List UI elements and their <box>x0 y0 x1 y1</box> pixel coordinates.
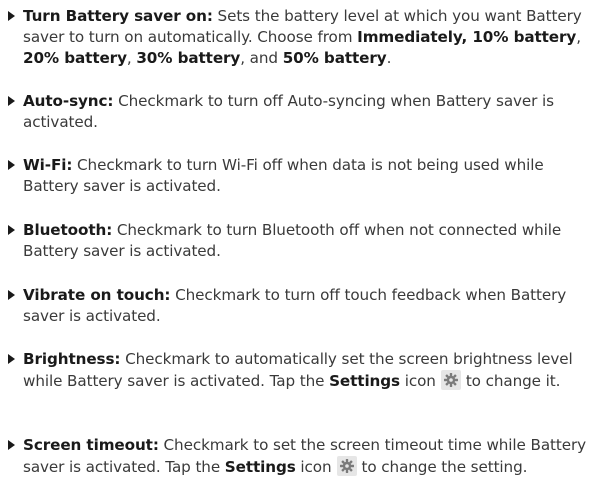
option-immediately-10: Immediately, 10% battery <box>357 28 577 46</box>
term-bluetooth: Bluetooth: <box>23 221 113 239</box>
settings-label: Settings <box>224 458 296 476</box>
triangle-bullet-icon <box>8 160 15 170</box>
settings-label: Settings <box>329 372 400 390</box>
list-item-text: Brightness: Checkmark to automatically s… <box>23 349 603 392</box>
description: Checkmark to turn Wi-Fi off when data is… <box>23 156 544 195</box>
list-item: Bluetooth: Checkmark to turn Bluetooth o… <box>0 220 600 264</box>
term-turn-battery-saver-on: Turn Battery saver on: <box>23 7 213 25</box>
term-brightness: Brightness: <box>23 350 121 368</box>
option-20-battery: 20% battery <box>23 49 127 67</box>
list-item: Vibrate on touch: Checkmark to turn off … <box>0 285 600 329</box>
separator: , <box>576 28 581 46</box>
list-item: Brightness: Checkmark to automatically s… <box>0 349 600 415</box>
separator: , <box>126 49 137 67</box>
list-item: Screen timeout: Checkmark to set the scr… <box>0 435 600 501</box>
list-item-text: Auto-sync: Checkmark to turn off Auto-sy… <box>23 91 603 133</box>
gear-icon <box>336 456 357 476</box>
option-30-battery: 30% battery <box>136 49 241 67</box>
list-item: Turn Battery saver on: Sets the battery … <box>0 6 600 72</box>
description: to change it. <box>465 372 561 390</box>
list-item: Wi-Fi: Checkmark to turn Wi-Fi off when … <box>0 155 600 199</box>
gear-icon <box>440 370 461 390</box>
triangle-bullet-icon <box>8 225 15 235</box>
list-item-text: Turn Battery saver on: Sets the battery … <box>23 6 603 69</box>
list-item-text: Wi-Fi: Checkmark to turn Wi-Fi off when … <box>23 155 603 197</box>
term-vibrate-on-touch: Vibrate on touch: <box>23 286 171 304</box>
triangle-bullet-icon <box>8 290 15 300</box>
description: icon <box>399 372 436 390</box>
sentence-end: . <box>386 49 392 67</box>
description: to change the setting. <box>361 458 528 476</box>
term-wi-fi: Wi-Fi: <box>23 156 73 174</box>
list-item: Auto-sync: Checkmark to turn off Auto-sy… <box>0 91 600 135</box>
description: icon <box>295 458 332 476</box>
term-screen-timeout: Screen timeout: <box>23 436 159 454</box>
triangle-bullet-icon <box>8 354 15 364</box>
list-item-text: Bluetooth: Checkmark to turn Bluetooth o… <box>23 220 603 262</box>
option-50-battery: 50% battery <box>282 49 387 67</box>
list-item-text: Screen timeout: Checkmark to set the scr… <box>23 435 603 478</box>
triangle-bullet-icon <box>8 440 15 450</box>
triangle-bullet-icon <box>8 11 15 21</box>
list-item-text: Vibrate on touch: Checkmark to turn off … <box>23 285 603 327</box>
separator: , and <box>240 49 283 67</box>
term-auto-sync: Auto-sync: <box>23 92 114 110</box>
triangle-bullet-icon <box>8 96 15 106</box>
